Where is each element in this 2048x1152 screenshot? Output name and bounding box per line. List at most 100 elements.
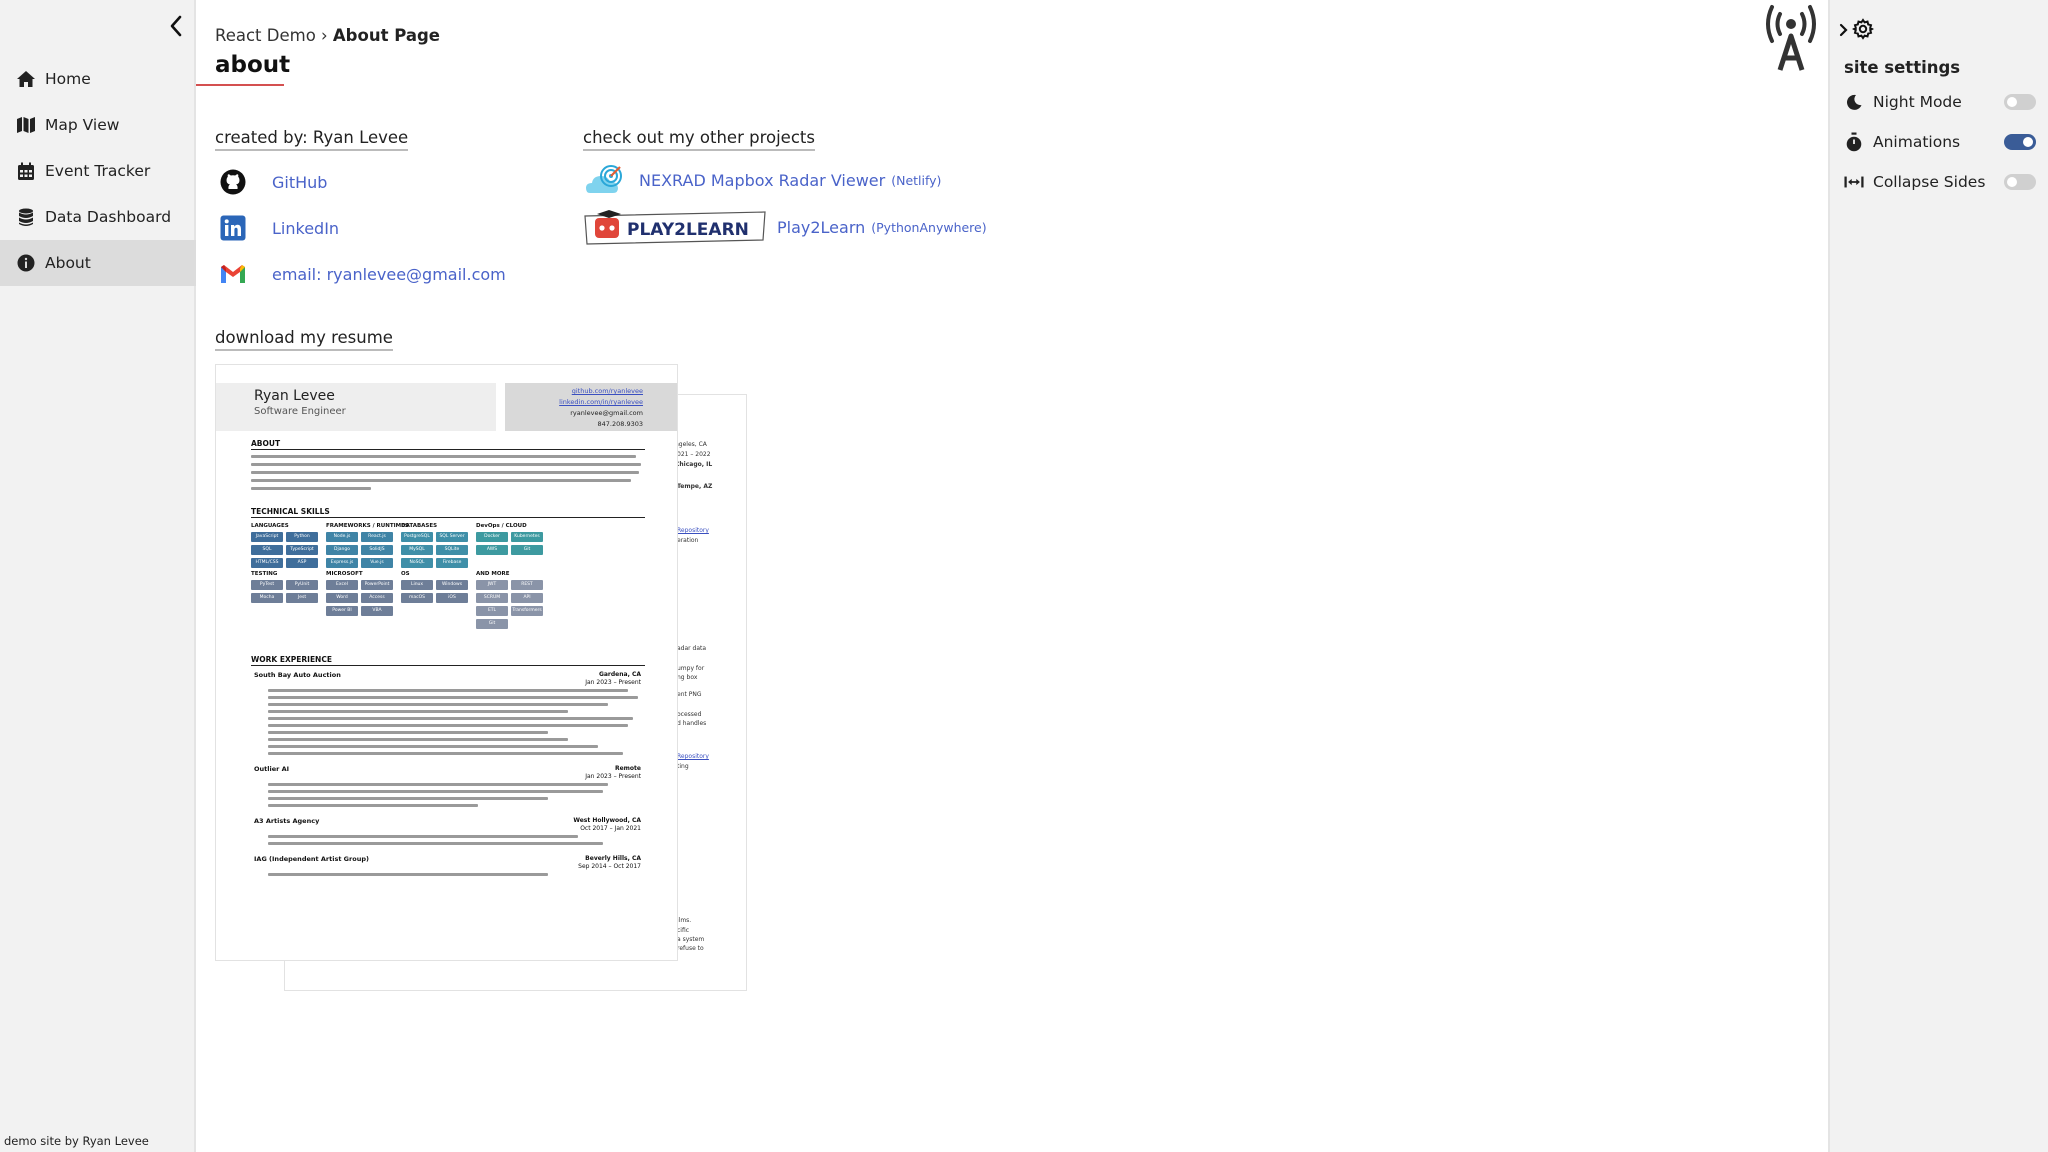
resume-skill-tag: API xyxy=(511,593,543,603)
resume-skill-tag: ETL xyxy=(476,606,508,616)
resume-job-dates: Jan 2023 – Present xyxy=(585,679,641,686)
sidebar-item-home[interactable]: Home xyxy=(0,56,196,102)
resume-text-line xyxy=(268,783,608,786)
resume-skill-tag: SQL Server xyxy=(436,532,468,542)
resume-back-fragment: 021 – 2022 xyxy=(677,451,711,458)
page-title: about xyxy=(215,52,291,78)
project-nexrad-host[interactable]: (Netlify) xyxy=(891,173,941,188)
sidebar-item-data-dashboard[interactable]: Data Dashboard xyxy=(0,194,196,240)
resume-skill-tag: Firebase xyxy=(436,558,468,568)
sidebar-item-event-tracker[interactable]: Event Tracker xyxy=(0,148,196,194)
resume-job-dates: Jan 2023 – Present xyxy=(585,773,641,780)
collapse-sides-icon xyxy=(1844,172,1864,192)
setting-label: Collapse Sides xyxy=(1873,173,1986,191)
github-link-label[interactable]: GitHub xyxy=(272,173,327,192)
resume-skill-tag: Jest xyxy=(286,593,318,603)
sidebar-item-about[interactable]: About xyxy=(0,240,196,286)
resume-text-line xyxy=(251,471,639,474)
resume-skill-tag: Linux xyxy=(401,580,433,590)
resume-skill-tag: Windows xyxy=(436,580,468,590)
sidebar-item-label: Home xyxy=(45,70,91,88)
collapse-left-sidebar-icon[interactable] xyxy=(166,14,186,38)
resume-skill-group-title: TESTING xyxy=(251,571,278,577)
night-mode-toggle[interactable] xyxy=(2004,94,2036,110)
sidebar-item-map-view[interactable]: Map View xyxy=(0,102,196,148)
resume-section-experience: WORK EXPERIENCE xyxy=(251,655,332,664)
resume-skill-tag: MySQL xyxy=(401,545,433,555)
email-link[interactable]: email: ryanlevee@gmail.com xyxy=(219,260,506,288)
resume-back-fragment: eration xyxy=(677,537,699,544)
gear-icon[interactable] xyxy=(1851,18,1875,44)
left-sidebar: Home Map View Event Tracker Data Dashboa… xyxy=(0,0,196,1152)
project-play2learn-link[interactable]: PLAY2LEARN Play2Learn (PythonAnywhere) xyxy=(583,208,987,246)
linkedin-link-label[interactable]: LinkedIn xyxy=(272,219,339,238)
setting-label: Animations xyxy=(1873,133,1961,151)
resume-back-fragment: d handles xyxy=(677,720,707,727)
map-icon xyxy=(16,115,36,135)
resume-skill-tag: PyTest xyxy=(251,580,283,590)
resume-skill-tag: JavaScript xyxy=(251,532,283,542)
resume-text-line xyxy=(268,710,568,713)
resume-skill-tag: Python xyxy=(286,532,318,542)
resume-skill-group-title: FRAMEWORKS / RUNTIMES xyxy=(326,523,409,529)
resume-skill-tag: AWS xyxy=(476,545,508,555)
resume-skill-tag: Django xyxy=(326,545,358,555)
email-link-label[interactable]: email: ryanlevee@gmail.com xyxy=(272,265,506,284)
settings-panel-toggle[interactable] xyxy=(1838,18,1875,44)
resume-text-line xyxy=(251,455,636,458)
resume-back-fragment: umpy for xyxy=(677,665,705,672)
project-nexrad-label[interactable]: NEXRAD Mapbox Radar Viewer xyxy=(639,171,885,190)
resume-skill-tag: Power BI xyxy=(326,606,358,616)
github-link[interactable]: GitHub xyxy=(219,168,327,196)
chevron-right-icon[interactable] xyxy=(1838,22,1848,41)
linkedin-icon xyxy=(219,214,247,242)
setting-label: Night Mode xyxy=(1873,93,1962,111)
project-play2learn-label[interactable]: Play2Learn xyxy=(777,218,865,237)
resume-skill-tag: NoSQL xyxy=(401,558,433,568)
resume-contact: linkedin.com/in/ryanlevee xyxy=(559,398,643,406)
resume-skill-tag: Vue.js xyxy=(361,558,393,568)
sidebar-item-label: About xyxy=(45,254,91,272)
resume-back-fragment: ting xyxy=(677,763,689,770)
resume-skill-tag: SolidJS xyxy=(361,545,393,555)
github-icon xyxy=(219,168,247,196)
resume-contact: 847.208.9303 xyxy=(597,420,644,428)
resume-text-line xyxy=(268,790,603,793)
calendar-icon xyxy=(16,161,36,181)
resume-job-location: Beverly Hills, CA xyxy=(585,855,641,862)
resume-job-company: A3 Artists Agency xyxy=(254,817,320,825)
resume-skill-group-title: DATABASES xyxy=(401,523,438,529)
resume-job-dates: Sep 2014 – Oct 2017 xyxy=(578,863,641,870)
linkedin-link[interactable]: LinkedIn xyxy=(219,214,339,242)
resume-back-fragment: Repository xyxy=(677,527,709,534)
project-play2learn-host[interactable]: (PythonAnywhere) xyxy=(871,220,986,235)
resume-text-line xyxy=(268,745,598,748)
project-nexrad-link[interactable]: NEXRAD Mapbox Radar Viewer (Netlify) xyxy=(583,162,941,198)
breadcrumb: React Demo › About Page xyxy=(215,26,440,45)
resume-heading[interactable]: download my resume xyxy=(215,328,393,351)
resume-back-fragment: ilms. xyxy=(677,917,692,924)
resume-front-page[interactable]: Ryan Levee Software Engineer github.com/… xyxy=(215,364,678,961)
gmail-icon xyxy=(219,260,247,288)
setting-animations: Animations xyxy=(1844,128,2036,156)
sidebar-item-label: Event Tracker xyxy=(45,162,151,180)
resume-skill-tag: Docker xyxy=(476,532,508,542)
resume-skill-group-title: MICROSOFT xyxy=(326,571,363,577)
resume-back-fragment: Chicago, IL xyxy=(675,461,713,468)
home-icon xyxy=(16,69,36,89)
resume-skill-tag: PostgreSQL xyxy=(401,532,433,542)
resume-text-line xyxy=(251,479,631,482)
resume-skill-tag: React.js xyxy=(361,532,393,542)
collapse-sides-toggle[interactable] xyxy=(2004,174,2036,190)
sidebar-nav: Home Map View Event Tracker Data Dashboa… xyxy=(0,56,196,286)
resume-rule xyxy=(251,517,645,518)
breadcrumb-root[interactable]: React Demo xyxy=(215,26,316,45)
play2learn-logo-icon: PLAY2LEARN xyxy=(583,208,767,246)
animations-toggle[interactable] xyxy=(2004,134,2036,150)
resume-role: Software Engineer xyxy=(254,406,346,417)
sidebar-item-label: Data Dashboard xyxy=(45,208,172,226)
resume-text-line xyxy=(268,696,638,699)
resume-back-fragment: ng box xyxy=(677,674,698,681)
right-sidebar: site settings Night Mode Animations Coll… xyxy=(1828,0,2048,1152)
resume-skill-tag: SCRUM xyxy=(476,593,508,603)
